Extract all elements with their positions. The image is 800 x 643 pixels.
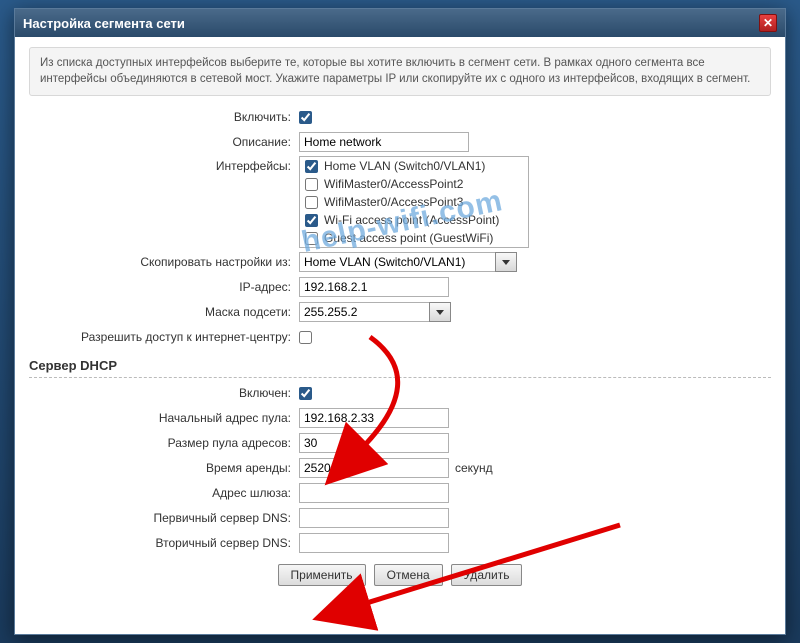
close-icon[interactable]: ✕ [759, 14, 777, 32]
mask-select[interactable] [299, 302, 451, 322]
enable-checkbox[interactable] [299, 111, 312, 124]
interface-label: Wi-Fi access point (AccessPoint) [324, 213, 499, 227]
label-mask: Маска подсети: [29, 305, 299, 319]
label-dns2: Вторичный сервер DNS: [29, 536, 299, 550]
chevron-down-icon[interactable] [495, 252, 517, 272]
dialog-content: Из списка доступных интерфейсов выберите… [15, 37, 785, 592]
info-text: Из списка доступных интерфейсов выберите… [29, 47, 771, 96]
list-item[interactable]: Home VLAN (Switch0/VLAN1) [300, 157, 528, 175]
list-item[interactable]: Wi-Fi access point (AccessPoint) [300, 211, 528, 229]
lease-input[interactable] [299, 458, 449, 478]
gateway-input[interactable] [299, 483, 449, 503]
label-enable: Включить: [29, 110, 299, 124]
interfaces-listbox[interactable]: Home VLAN (Switch0/VLAN1) WifiMaster0/Ac… [299, 156, 529, 248]
interface-checkbox[interactable] [305, 214, 318, 227]
list-item[interactable]: WifiMaster0/AccessPoint2 [300, 175, 528, 193]
interface-label: Home VLAN (Switch0/VLAN1) [324, 159, 485, 173]
allow-admin-checkbox[interactable] [299, 331, 312, 344]
label-pool-size: Размер пула адресов: [29, 436, 299, 450]
chevron-down-icon[interactable] [429, 302, 451, 322]
copy-from-select[interactable] [299, 252, 517, 272]
list-item[interactable]: Guest access point (GuestWiFi) [300, 229, 528, 247]
interface-label: WifiMaster0/AccessPoint2 [324, 177, 463, 191]
pool-size-input[interactable] [299, 433, 449, 453]
apply-button[interactable]: Применить [278, 564, 366, 586]
interface-checkbox[interactable] [305, 196, 318, 209]
label-dhcp-enable: Включен: [29, 386, 299, 400]
lease-suffix: секунд [455, 461, 493, 475]
label-allow-admin: Разрешить доступ к интернет-центру: [29, 330, 299, 344]
dns2-input[interactable] [299, 533, 449, 553]
label-gateway: Адрес шлюза: [29, 486, 299, 500]
mask-value[interactable] [299, 302, 429, 322]
interface-checkbox[interactable] [305, 232, 318, 245]
interface-checkbox[interactable] [305, 178, 318, 191]
pool-start-input[interactable] [299, 408, 449, 428]
titlebar: Настройка сегмента сети ✕ [15, 9, 785, 37]
dhcp-enable-checkbox[interactable] [299, 387, 312, 400]
dialog: Настройка сегмента сети ✕ Из списка дост… [14, 8, 786, 635]
button-row: Применить Отмена Удалить [29, 564, 771, 586]
dhcp-section-title: Сервер DHCP [29, 358, 771, 378]
label-description: Описание: [29, 135, 299, 149]
label-dns1: Первичный сервер DNS: [29, 511, 299, 525]
dns1-input[interactable] [299, 508, 449, 528]
dialog-title: Настройка сегмента сети [23, 16, 185, 31]
delete-button[interactable]: Удалить [451, 564, 523, 586]
ip-input[interactable] [299, 277, 449, 297]
copy-from-value[interactable] [299, 252, 495, 272]
label-pool-start: Начальный адрес пула: [29, 411, 299, 425]
label-copy-from: Скопировать настройки из: [29, 255, 299, 269]
list-item[interactable]: WifiMaster0/AccessPoint3 [300, 193, 528, 211]
interface-label: WifiMaster0/AccessPoint3 [324, 195, 463, 209]
interface-label: Guest access point (GuestWiFi) [324, 231, 493, 245]
interface-checkbox[interactable] [305, 160, 318, 173]
label-interfaces: Интерфейсы: [29, 156, 299, 173]
description-input[interactable] [299, 132, 469, 152]
label-ip: IP-адрес: [29, 280, 299, 294]
label-lease: Время аренды: [29, 461, 299, 475]
cancel-button[interactable]: Отмена [374, 564, 443, 586]
